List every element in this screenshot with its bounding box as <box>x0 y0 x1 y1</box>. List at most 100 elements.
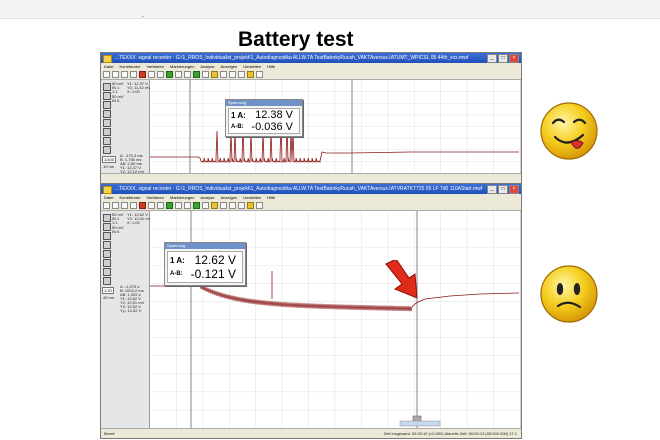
window-2-plot-area[interactable]: Spannung 1 A: 12.62 V A-B: -0.121 V <box>150 211 520 428</box>
menu-item[interactable]: Markierungen <box>170 195 194 200</box>
open-icon[interactable] <box>112 71 119 78</box>
window-1-channel-panel: 50 mV IN 1 1:1 50 mV IN 6 Y1: 12,37 V Y2… <box>101 80 151 174</box>
check-icon[interactable] <box>193 71 200 78</box>
voltage-readout-1[interactable]: Spannung 1 A: 12.38 V A-B: -0.036 V <box>225 99 303 137</box>
maximize-button[interactable]: □ <box>498 185 508 194</box>
menu-item[interactable]: Datei <box>104 64 113 69</box>
stop-icon[interactable] <box>148 71 155 78</box>
help-icon[interactable] <box>256 71 263 78</box>
maximize-button[interactable]: □ <box>498 54 508 63</box>
window-2-channel-panel: 50 mV IN 1 1:1 50 mV IN 6 Y1: 12,62 V Y2… <box>101 211 151 428</box>
print-icon[interactable] <box>130 202 137 209</box>
channel-4-toggle[interactable] <box>103 241 111 249</box>
red-arrow-icon <box>385 260 418 299</box>
zoom-out-icon[interactable] <box>184 202 191 209</box>
voltage-readout-2[interactable]: Spannung 1 A: 12.62 V A-B: -0.121 V <box>164 242 246 286</box>
channel-5-toggle[interactable] <box>103 119 111 127</box>
save-icon[interactable] <box>121 71 128 78</box>
menu-item[interactable]: Analyse <box>200 195 214 200</box>
channel-7-toggle[interactable] <box>103 137 111 145</box>
close-button[interactable]: × <box>509 185 519 194</box>
channel-1-toggle[interactable] <box>103 83 111 91</box>
check-icon[interactable] <box>193 202 200 209</box>
window-2-titlebar[interactable]: ...TEXXX. signal recorder - G:\1_RROS_In… <box>101 184 521 194</box>
folder-icon[interactable] <box>247 202 254 209</box>
settings-icon[interactable] <box>220 71 227 78</box>
menu-item[interactable]: Verfahren <box>147 195 164 200</box>
channel-6-toggle[interactable] <box>103 128 111 136</box>
channel-3-toggle[interactable] <box>103 101 111 109</box>
minimize-button[interactable]: _ <box>487 185 497 194</box>
scrollbar-thumb <box>399 420 441 427</box>
grid-icon[interactable] <box>229 71 236 78</box>
readout-label-a: 1 A: <box>170 256 185 265</box>
worried-smiley-icon <box>540 265 598 323</box>
menu-item[interactable]: Hilfe <box>267 64 275 69</box>
channel-8-toggle[interactable] <box>103 146 111 154</box>
channel-4-toggle[interactable] <box>103 110 111 118</box>
channel-icon[interactable] <box>238 202 245 209</box>
menu-item[interactable]: Hilfe <box>267 195 275 200</box>
menu-item[interactable]: Analyse <box>200 64 214 69</box>
menu-item[interactable]: Anzeigen <box>220 195 237 200</box>
minimize-button[interactable]: _ <box>487 54 497 63</box>
record-icon[interactable] <box>139 202 146 209</box>
zoom-out-icon[interactable] <box>184 71 191 78</box>
status-right: Zeit insgesamt: 00:00:10 (×0,000) Aktuel… <box>383 431 517 436</box>
stop-icon[interactable] <box>148 202 155 209</box>
open-icon[interactable] <box>112 202 119 209</box>
window-1-plot-area[interactable]: Spannung 1 A: 12.38 V A-B: -0.036 V <box>150 80 520 173</box>
menu-item[interactable]: Datei <box>104 195 113 200</box>
zoom-in-icon[interactable] <box>175 202 182 209</box>
signal-recorder-window-1: ...TEXXX. signal recorder - G:\1_RROS_In… <box>100 52 522 184</box>
save-icon[interactable] <box>121 202 128 209</box>
print-icon[interactable] <box>130 71 137 78</box>
channel-icon[interactable] <box>238 71 245 78</box>
new-file-icon[interactable] <box>103 71 110 78</box>
zoom-in-icon[interactable] <box>175 71 182 78</box>
channel-8-toggle[interactable] <box>103 277 111 285</box>
channel-7-toggle[interactable] <box>103 268 111 276</box>
readout-body: 1 A: 12.62 V A-B: -0.121 V <box>167 251 243 283</box>
readout-value-a: 12.38 V <box>255 109 293 121</box>
new-file-icon[interactable] <box>103 202 110 209</box>
readout-value-a: 12.62 V <box>194 253 236 267</box>
play-icon[interactable] <box>166 71 173 78</box>
time-scale[interactable]: 1:20 <box>102 287 114 294</box>
channel-6-toggle[interactable] <box>103 259 111 267</box>
cursor-icon[interactable] <box>202 202 209 209</box>
pause-icon[interactable] <box>157 71 164 78</box>
readout-value-ab: -0.036 V <box>251 121 293 133</box>
marker-icon[interactable] <box>211 71 218 78</box>
menu-item[interactable]: Umstellen <box>243 195 261 200</box>
menu-item[interactable]: Umstellen <box>243 64 261 69</box>
channel-3-toggle[interactable] <box>103 232 111 240</box>
marker-icon[interactable] <box>211 202 218 209</box>
window-2-toolbar <box>101 201 521 211</box>
channel-2-toggle[interactable] <box>103 223 111 231</box>
window-1-titlebar[interactable]: ...TEXXX. signal recorder - G:\1_RROS_In… <box>101 53 521 63</box>
channel-2-toggle[interactable] <box>103 92 111 100</box>
channel-5-toggle[interactable] <box>103 250 111 258</box>
readout-value-ab: -0.121 V <box>190 267 236 281</box>
readout-label-ab: A-B: <box>170 271 183 277</box>
grid-icon[interactable] <box>229 202 236 209</box>
menu-item[interactable]: Anzeigen <box>220 64 237 69</box>
play-icon[interactable] <box>166 202 173 209</box>
menu-item[interactable]: Korrekturen <box>119 195 140 200</box>
menu-item[interactable]: Verfahren <box>147 64 164 69</box>
menu-item[interactable]: Markierungen <box>170 64 194 69</box>
menu-item[interactable]: Korrekturen <box>119 64 140 69</box>
help-icon[interactable] <box>256 202 263 209</box>
pause-icon[interactable] <box>157 202 164 209</box>
close-button[interactable]: × <box>509 54 519 63</box>
voltage-trace-plot-1 <box>150 80 520 173</box>
cursor-icon[interactable] <box>202 71 209 78</box>
folder-icon[interactable] <box>247 71 254 78</box>
readout-label-ab: A-B: <box>231 124 244 130</box>
settings-icon[interactable] <box>220 202 227 209</box>
record-icon[interactable] <box>139 71 146 78</box>
channel-1-toggle[interactable] <box>103 214 111 222</box>
channel-2-input: IN 6 <box>112 229 120 234</box>
time-scale[interactable]: 1/100 <box>102 156 117 163</box>
